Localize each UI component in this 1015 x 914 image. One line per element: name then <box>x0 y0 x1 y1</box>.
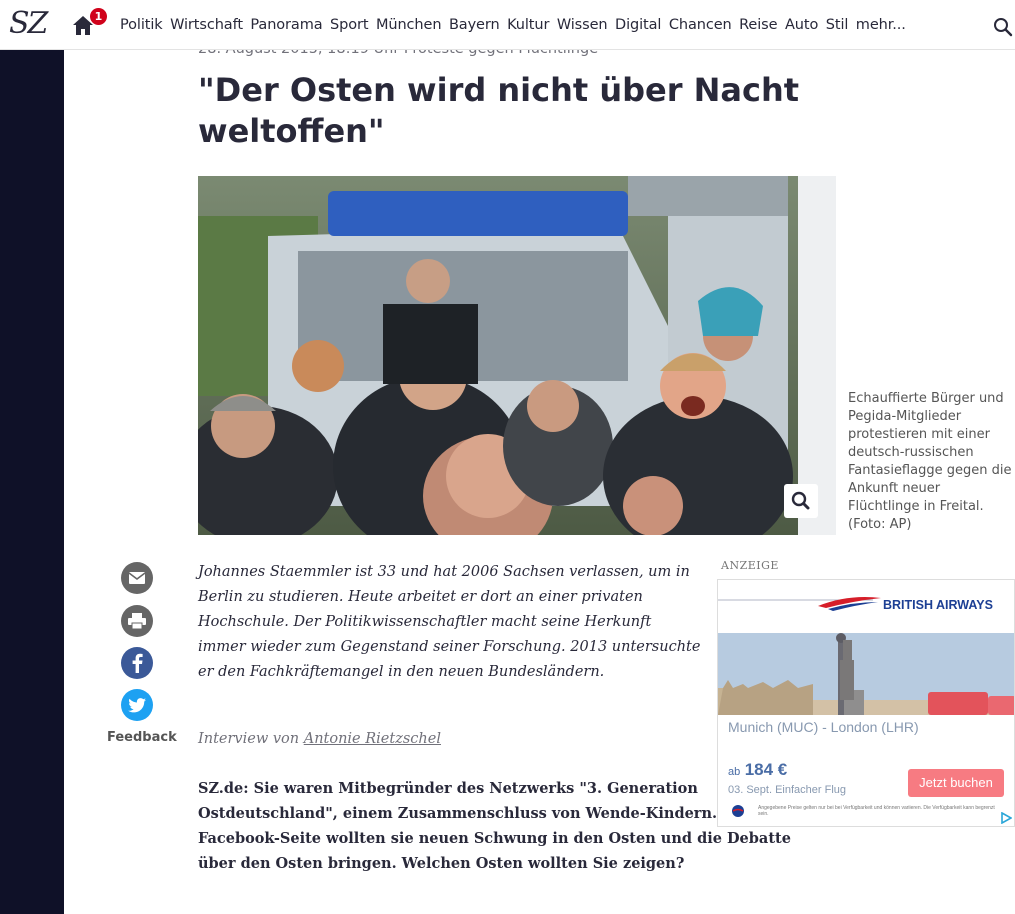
image-caption: Echauffierte Bürger und Pegida-Mitgliede… <box>848 390 1013 534</box>
caption-text: Echauffierte Bürger und Pegida-Mitgliede… <box>848 391 1012 514</box>
ad-price-value: 184 € <box>744 760 788 779</box>
ad-date: 03. Sept. Einfacher Flug <box>728 784 847 796</box>
facebook-icon <box>132 653 143 673</box>
byline: Interview von Antonie Rietzschel <box>198 731 441 747</box>
email-icon <box>128 572 146 584</box>
nav-item-sport[interactable]: Sport <box>330 17 369 33</box>
nav-item-kultur[interactable]: Kultur <box>507 17 549 33</box>
ad-route: Munich (MUC) - London (LHR) <box>728 719 919 735</box>
nav-item-mehr[interactable]: mehr... <box>856 17 906 33</box>
twitter-icon <box>128 697 146 712</box>
search-icon[interactable] <box>993 17 1013 37</box>
nav-item-digital[interactable]: Digital <box>615 17 661 33</box>
twitter-share-button[interactable] <box>121 689 153 721</box>
ad-price-prefix: ab <box>728 766 741 778</box>
article-lead: Johannes Staemmler ist 33 und hat 2006 S… <box>198 564 701 680</box>
top-navigation: SZ 1 Politik Wirtschaft Panorama Sport M… <box>0 0 1015 50</box>
article-headline: "Der Osten wird nicht über Nacht weltoff… <box>198 71 800 150</box>
section-nav: Politik Wirtschaft Panorama Sport Münche… <box>120 0 913 50</box>
nav-item-reise[interactable]: Reise <box>739 17 777 33</box>
nav-item-wissen[interactable]: Wissen <box>557 17 608 33</box>
nav-item-bayern[interactable]: Bayern <box>449 17 500 33</box>
home-button[interactable]: 1 <box>72 8 108 40</box>
notification-badge: 1 <box>90 8 107 25</box>
nav-item-panorama[interactable]: Panorama <box>250 17 322 33</box>
zoom-icon <box>791 491 810 510</box>
nav-item-politik[interactable]: Politik <box>120 17 163 33</box>
ad-fineprint: Angegebene Preise gelten nur bei bei Ver… <box>758 805 995 817</box>
ad-brand: BRITISH AIRWAYS <box>883 598 993 612</box>
british-airways-ad[interactable]: BRITISH AIRWAYS Munich (MUC) - London (L… <box>717 579 1015 827</box>
sz-logo[interactable]: SZ <box>9 6 48 41</box>
nav-item-auto[interactable]: Auto <box>785 17 818 33</box>
left-sidebar-bar <box>0 50 64 914</box>
print-button[interactable] <box>121 605 153 637</box>
nav-item-wirtschaft[interactable]: Wirtschaft <box>170 17 243 33</box>
print-icon <box>128 613 146 629</box>
author-link[interactable]: Antonie Rietzschel <box>304 731 441 747</box>
ad-price: ab 184 € <box>728 760 787 780</box>
adchoices-icon[interactable] <box>1000 812 1012 824</box>
nav-item-muenchen[interactable]: München <box>376 17 442 33</box>
byline-prefix: Interview von <box>198 731 300 747</box>
nav-item-chancen[interactable]: Chancen <box>669 17 732 33</box>
email-share-button[interactable] <box>121 562 153 594</box>
hero-image[interactable] <box>198 176 836 535</box>
nav-item-stil[interactable]: Stil <box>826 17 849 33</box>
facebook-share-button[interactable] <box>121 647 153 679</box>
feedback-link[interactable]: Feedback <box>107 730 177 745</box>
ad-book-button[interactable]: Jetzt buchen <box>908 769 1004 797</box>
ad-label: ANZEIGE <box>721 559 779 572</box>
photo-credit: (Foto: AP) <box>848 517 912 532</box>
zoom-button[interactable] <box>784 484 818 518</box>
protest-photo <box>198 176 836 535</box>
